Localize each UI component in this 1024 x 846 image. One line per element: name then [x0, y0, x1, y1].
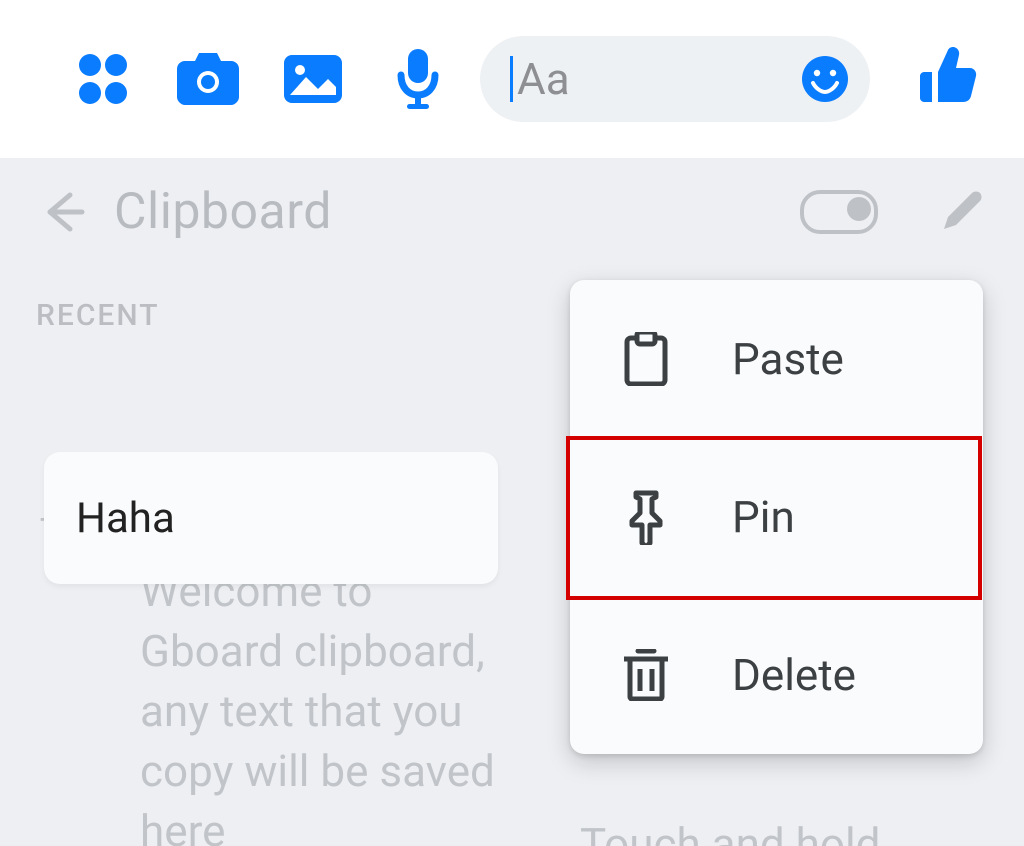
- context-menu-pin[interactable]: Pin: [570, 438, 983, 596]
- clip-text: Haha: [76, 494, 175, 543]
- back-arrow-icon[interactable]: [40, 189, 86, 235]
- messenger-input-bar: Aa: [0, 0, 1024, 158]
- pin-icon: [616, 489, 676, 545]
- context-menu-label: Delete: [732, 649, 856, 701]
- apps-grid-icon[interactable]: [50, 29, 155, 129]
- tip-text-right: Touch and hold: [580, 814, 980, 846]
- edit-pencil-icon[interactable]: [938, 189, 984, 235]
- toggle-knob: [847, 197, 871, 221]
- emoji-icon[interactable]: [802, 56, 848, 102]
- tip-text-left: Welcome to Gboard clipboard, any text th…: [140, 561, 520, 846]
- clipboard-recent-item[interactable]: Haha: [44, 452, 498, 584]
- clipboard-paste-icon: [616, 332, 676, 386]
- context-menu-paste[interactable]: Paste: [570, 280, 983, 438]
- trash-icon: [616, 649, 676, 701]
- clipboard-title: Clipboard: [114, 183, 332, 241]
- section-recent-label: RECENT: [36, 298, 160, 333]
- context-menu-label: Paste: [732, 333, 844, 385]
- context-menu-label: Pin: [732, 491, 795, 543]
- message-placeholder: Aa: [517, 53, 802, 105]
- gboard-clipboard-panel: Clipboard RECENT TIPS Welcome to Gboard …: [0, 158, 1024, 846]
- clipboard-header: Clipboard: [0, 158, 1024, 266]
- microphone-icon[interactable]: [365, 29, 470, 129]
- clipboard-toggle[interactable]: [800, 190, 878, 234]
- clipboard-context-menu: Paste Pin Delete: [570, 280, 983, 754]
- message-input[interactable]: Aa: [480, 36, 870, 122]
- context-menu-delete[interactable]: Delete: [570, 596, 983, 754]
- camera-icon[interactable]: [155, 29, 260, 129]
- text-cursor: [510, 56, 513, 102]
- gallery-icon[interactable]: [260, 29, 365, 129]
- like-thumb-icon[interactable]: [910, 42, 980, 112]
